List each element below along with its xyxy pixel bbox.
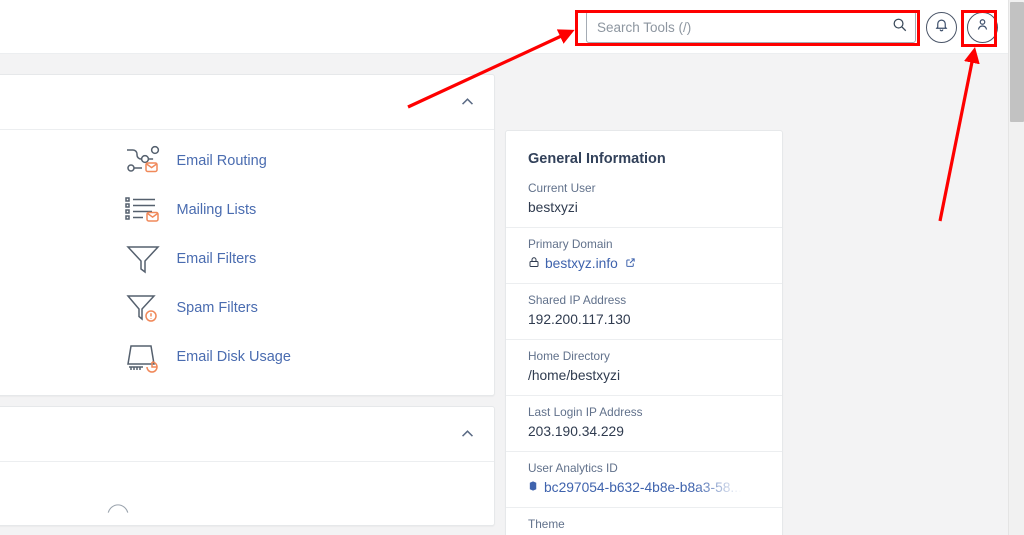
tool-label: Email Routing: [176, 152, 267, 169]
notifications-button[interactable]: [926, 11, 957, 43]
tool-grid: ress: [0, 130, 494, 395]
email-filters-icon: [123, 242, 163, 276]
search-box[interactable]: [586, 11, 916, 43]
info-value: 192.200.117.130: [528, 312, 631, 327]
tool-label: Email Filters: [176, 250, 257, 267]
tools-column: ress: [0, 74, 495, 526]
email-tools-card-header: [0, 75, 494, 130]
spam-filters-icon: [123, 291, 163, 325]
tool-row: orter Email Filters: [0, 234, 494, 283]
user-analytics-id-value[interactable]: bc297054-b632-4b8e-b8a3-58...: [528, 480, 762, 495]
page-scrollbar[interactable]: ▲: [1008, 0, 1024, 535]
user-analytics-id-text: bc297054-b632-4b8e-b8a3-58...: [544, 480, 742, 495]
primary-domain-text: bestxyz.info: [545, 256, 618, 271]
account-button[interactable]: [967, 11, 998, 43]
scrollbar-thumb[interactable]: [1010, 2, 1024, 122]
info-label: Last Login IP Address: [528, 405, 643, 419]
chevron-up-icon[interactable]: [459, 426, 476, 443]
tool-label: Mailing Lists: [176, 201, 257, 218]
mailing-lists-icon: [123, 193, 163, 227]
info-value: /home/bestxyzi: [528, 368, 621, 383]
email-tools-card: ress: [0, 74, 495, 396]
cube-icon: [528, 480, 539, 495]
info-row-current-user: Current User bestxyzi: [506, 181, 782, 227]
second-tools-card: [0, 406, 495, 526]
tool-item-email-filters[interactable]: Email Filters: [123, 242, 495, 276]
info-row-last-login-ip: Last Login IP Address 203.190.34.229: [506, 395, 782, 451]
info-label: User Analytics ID: [528, 461, 618, 475]
info-row-home-directory: Home Directory /home/bestxyzi: [506, 339, 782, 395]
tool-row: Email Disk Usage: [0, 332, 494, 381]
tool-item-spam-filters[interactable]: Spam Filters: [123, 291, 495, 325]
tool-item-left[interactable]: orter: [0, 251, 123, 267]
info-label: Shared IP Address: [528, 293, 627, 307]
tool-row: Filters Mailing Lists: [0, 185, 494, 234]
chevron-up-icon[interactable]: [459, 94, 476, 111]
tool-item-email-routing[interactable]: Email Routing: [123, 144, 495, 178]
tool-item-left[interactable]: Filters: [0, 202, 123, 218]
tool-item-email-disk-usage[interactable]: Email Disk Usage: [123, 340, 495, 374]
info-label: Home Directory: [528, 349, 610, 363]
email-routing-icon: [123, 144, 163, 178]
tool-item-mailing-lists[interactable]: Mailing Lists: [123, 193, 495, 227]
lock-icon: [528, 256, 540, 271]
tool-label: Email Disk Usage: [176, 348, 291, 365]
info-row-user-analytics-id: User Analytics ID bc297054-b632-4b8e-b8a…: [506, 451, 782, 507]
tool-label: Spam Filters: [176, 299, 258, 316]
header-actions: [586, 0, 998, 54]
tool-row: ress: [0, 136, 494, 185]
screen: ress: [0, 0, 1024, 535]
user-icon: [975, 17, 990, 37]
search-icon: [892, 17, 907, 37]
general-information-title: General Information: [528, 151, 666, 167]
info-value: 203.190.34.229: [528, 424, 624, 439]
search-tools: [586, 11, 916, 43]
info-row-theme: Theme jupiter: [506, 507, 782, 535]
tool-row: Spam Filters: [0, 283, 494, 332]
info-label: Primary Domain: [528, 237, 613, 251]
info-label: Current User: [528, 181, 596, 195]
general-information-card: General Information Current User bestxyz…: [505, 130, 783, 535]
info-row-shared-ip: Shared IP Address 192.200.117.130: [506, 283, 782, 339]
info-row-primary-domain: Primary Domain bestxyz.info: [506, 227, 782, 283]
theme-label: Theme: [528, 517, 565, 531]
app-header: [0, 0, 1008, 54]
info-value: bestxyzi: [528, 200, 578, 215]
second-tools-card-header: [0, 407, 494, 462]
external-link-icon: [623, 256, 636, 271]
email-disk-usage-icon: [123, 340, 163, 374]
second-card-partial-icon: [0, 462, 494, 514]
primary-domain-link[interactable]: bestxyz.info: [528, 256, 762, 271]
bell-icon: [934, 17, 949, 37]
tool-item-left[interactable]: ress: [0, 153, 123, 169]
search-input[interactable]: [597, 19, 892, 35]
